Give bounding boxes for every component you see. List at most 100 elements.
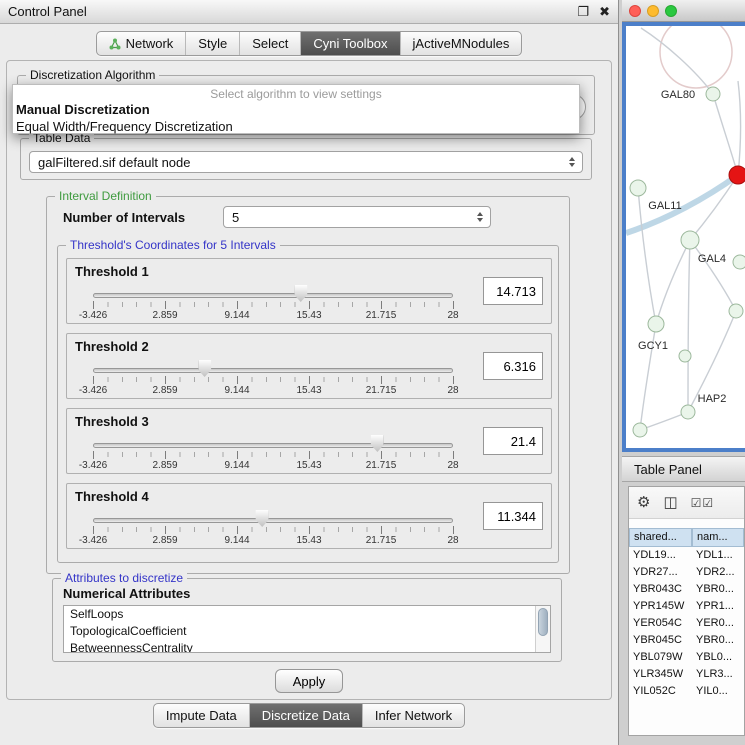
cell-shared-name: YPR145W [629,598,692,615]
slider-thumb[interactable] [371,435,384,452]
network-node[interactable] [733,255,745,269]
tab-jactivemnodules[interactable]: jActiveMNodules [400,32,522,55]
tick-label: -3.426 [79,385,107,396]
tab-select-label: Select [252,36,288,51]
slider-track [93,518,453,523]
columns-icon[interactable]: ◫ [663,495,677,510]
threshold-4-value-input[interactable] [483,502,543,530]
slider-thumb[interactable] [198,360,211,377]
cyni-toolbox-panel: Discretization Algorithm Select algorith… [6,60,612,700]
slider-thumb[interactable] [294,285,307,302]
table-row[interactable]: YLR345WYLR3... [629,666,744,683]
tick-label: 15.43 [296,460,321,471]
tab-discretize-label: Discretize Data [262,708,350,723]
threshold-1-value-input[interactable] [483,277,543,305]
network-node[interactable] [729,304,743,318]
network-edges [626,26,741,430]
table-row[interactable]: YBR045CYBR0... [629,632,744,649]
network-node[interactable] [630,180,646,196]
table-data-combobox[interactable]: galFiltered.sif default node [29,151,583,173]
scrollbar-thumb[interactable] [538,608,548,636]
tab-select[interactable]: Select [239,32,300,55]
tab-network[interactable]: Network [97,32,186,55]
table-row[interactable]: YER054CYER0... [629,615,744,632]
node-label: GAL80 [661,89,695,101]
tick-label: -3.426 [79,460,107,471]
cell-name: YER0... [692,615,744,632]
slider-minor-ticks [93,527,453,532]
network-canvas[interactable]: GAL80 GAL11 GAL4 GCY1 HAP2 [626,26,745,448]
slider-minor-ticks [93,302,453,307]
threshold-2-value-input[interactable] [483,352,543,380]
network-node-selected[interactable] [729,166,745,184]
network-icon [109,38,121,50]
list-item[interactable]: SelfLoops [64,606,550,623]
gear-icon[interactable]: ⚙ [637,495,650,510]
threshold-2-slider[interactable]: -3.426 2.859 9.144 15.43 21.715 28 [93,360,453,396]
table-row[interactable]: YDL19...YDL1... [629,547,744,564]
tab-cyni-toolbox[interactable]: Cyni Toolbox [300,32,399,55]
cell-name: YIL0... [692,683,744,700]
spinner-arrows-icon [477,212,483,222]
apply-button[interactable]: Apply [275,669,343,693]
table-toolbar: ⚙ ◫ ☑☑ [629,487,744,519]
list-item[interactable]: TopologicalCoefficient [64,623,550,640]
network-node[interactable] [706,87,720,101]
dropdown-item-equal-width[interactable]: Equal Width/Frequency Discretization [13,118,579,135]
close-icon[interactable]: ✖ [599,5,610,18]
tick-label: 2.859 [152,535,177,546]
network-node[interactable] [679,350,691,362]
select-columns-icon[interactable]: ☑☑ [691,497,715,509]
numerical-attributes-list[interactable]: SelfLoops TopologicalCoefficient Between… [63,605,551,653]
threshold-3-panel: Threshold 3 -3.426 2.859 9.144 15.43 21.… [66,408,552,474]
dropdown-prompt: Select algorithm to view settings [13,85,579,101]
table-panel-title: Table Panel [634,462,702,477]
intervals-combobox[interactable]: 5 [223,206,491,228]
network-node[interactable] [648,316,664,332]
cell-name: YBL0... [692,649,744,666]
slider-thumb[interactable] [256,510,269,527]
network-view-window: GAL80 GAL11 GAL4 GCY1 HAP2 [622,0,745,452]
network-node[interactable] [681,405,695,419]
network-node[interactable] [681,231,699,249]
cell-shared-name: YBL079W [629,649,692,666]
network-window-frame: GAL80 GAL11 GAL4 GCY1 HAP2 [622,22,745,452]
table-row[interactable]: YBR043CYBR0... [629,581,744,598]
tab-style[interactable]: Style [185,32,239,55]
tick-label: -3.426 [79,310,107,321]
threshold-1-slider[interactable]: -3.426 2.859 9.144 15.43 21.715 28 [93,285,453,321]
table-row[interactable]: YPR145WYPR1... [629,598,744,615]
column-header-shared-name[interactable]: shared... [629,528,692,547]
tab-impute-label: Impute Data [166,708,237,723]
list-item[interactable]: BetweennessCentrality [64,640,550,653]
table-header-row: shared... nam... [629,528,744,547]
tick-label: 28 [447,535,458,546]
table-row[interactable]: YIL052CYIL0... [629,683,744,700]
threshold-2-label: Threshold 2 [75,339,149,354]
threshold-4-slider[interactable]: -3.426 2.859 9.144 15.43 21.715 28 [93,510,453,546]
column-header-name[interactable]: nam... [692,528,744,547]
tick-label: 2.859 [152,385,177,396]
window-title: Control Panel [8,4,567,19]
network-node[interactable] [633,423,647,437]
tick-label: 28 [447,460,458,471]
scrollbar[interactable] [535,606,550,652]
tab-discretize-data[interactable]: Discretize Data [249,704,362,727]
zoom-traffic-light-icon[interactable] [665,5,677,17]
minimize-traffic-light-icon[interactable] [647,5,659,17]
thresholds-group-title: Threshold's Coordinates for 5 Intervals [66,238,280,252]
close-traffic-light-icon[interactable] [629,5,641,17]
threshold-4-panel: Threshold 4 -3.426 2.859 9.144 15.43 21.… [66,483,552,549]
tab-style-label: Style [198,36,227,51]
float-window-icon[interactable]: ❐ [577,5,589,18]
table-row[interactable]: YDR27...YDR2... [629,564,744,581]
tab-infer-network[interactable]: Infer Network [362,704,464,727]
tick-label: 9.144 [224,460,249,471]
threshold-2-panel: Threshold 2 -3.426 2.859 9.144 15.43 21.… [66,333,552,399]
threshold-3-value-input[interactable] [483,427,543,455]
table-row[interactable]: YBL079WYBL0... [629,649,744,666]
threshold-3-slider[interactable]: -3.426 2.859 9.144 15.43 21.715 28 [93,435,453,471]
dropdown-item-manual-discretization[interactable]: Manual Discretization [13,101,579,118]
tab-impute-data[interactable]: Impute Data [154,704,249,727]
slider-track [93,293,453,298]
